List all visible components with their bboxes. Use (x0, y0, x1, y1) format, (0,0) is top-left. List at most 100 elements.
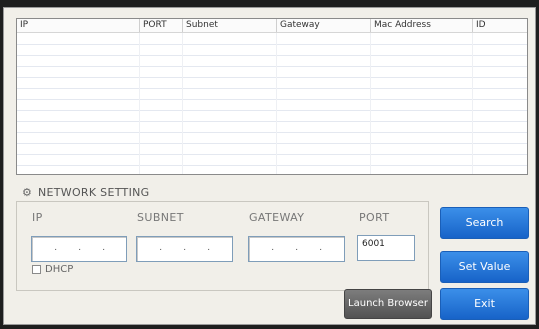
ip-input[interactable]: · · · (31, 236, 127, 262)
table-cell (17, 154, 140, 165)
table-cell (277, 143, 371, 154)
table-cell (183, 110, 277, 121)
table-cell (277, 33, 371, 44)
table-cell (17, 44, 140, 55)
column-subnet[interactable]: Subnet (183, 19, 277, 32)
table-cell (277, 88, 371, 99)
table-cell (183, 44, 277, 55)
table-cell (371, 110, 473, 121)
table-cell (183, 55, 277, 66)
column-id[interactable]: ID (473, 19, 527, 32)
table-cell (140, 44, 183, 55)
table-cell (140, 99, 183, 110)
network-setting-title: NETWORK SETTING (38, 186, 150, 199)
ip-label: IP (32, 211, 43, 224)
table-cell (473, 121, 527, 132)
table-cell (17, 99, 140, 110)
table-cell (371, 165, 473, 174)
table-cell (140, 55, 183, 66)
table-cell (371, 154, 473, 165)
search-button[interactable]: Search (440, 207, 529, 239)
dhcp-checkbox[interactable] (32, 264, 41, 274)
table-cell (277, 77, 371, 88)
table-cell (371, 99, 473, 110)
table-cell (473, 33, 527, 44)
table-cell (17, 143, 140, 154)
table-cell (183, 66, 277, 77)
network-setting-heading: ⚙ NETWORK SETTING (22, 186, 149, 199)
table-cell (140, 88, 183, 99)
table-cell (183, 132, 277, 143)
table-cell (371, 121, 473, 132)
gear-icon: ⚙ (22, 186, 33, 199)
set-value-button[interactable]: Set Value (440, 251, 529, 283)
subnet-input[interactable]: · · · (136, 236, 233, 262)
table-cell (277, 55, 371, 66)
table-cell (140, 143, 183, 154)
table-cell (371, 66, 473, 77)
table-cell (277, 132, 371, 143)
table-cell (371, 44, 473, 55)
port-label: PORT (359, 211, 390, 224)
table-cell (473, 110, 527, 121)
dhcp-option[interactable]: DHCP (32, 264, 73, 275)
port-input[interactable]: 6001 (357, 235, 415, 261)
column-gateway[interactable]: Gateway (277, 19, 371, 32)
table-cell (17, 121, 140, 132)
table-cell (183, 33, 277, 44)
table-cell (17, 88, 140, 99)
table-cell (140, 110, 183, 121)
table-cell (140, 77, 183, 88)
exit-button[interactable]: Exit (440, 288, 529, 320)
gateway-input[interactable]: · · · (248, 236, 345, 262)
table-cell (277, 110, 371, 121)
table-cell (183, 143, 277, 154)
column-port[interactable]: PORT (140, 19, 183, 32)
table-cell (473, 55, 527, 66)
table-cell (473, 44, 527, 55)
column-ip[interactable]: IP (17, 19, 140, 32)
column-mac-address[interactable]: Mac Address (371, 19, 473, 32)
table-cell (371, 143, 473, 154)
table-cell (183, 121, 277, 132)
table-cell (140, 132, 183, 143)
device-table[interactable]: IP PORT Subnet Gateway Mac Address ID (16, 18, 528, 175)
table-cell (183, 154, 277, 165)
table-cell (183, 77, 277, 88)
table-cell (140, 33, 183, 44)
table-cell (277, 154, 371, 165)
table-cell (371, 77, 473, 88)
table-cell (183, 88, 277, 99)
table-cell (277, 121, 371, 132)
table-cell (140, 66, 183, 77)
table-cell (277, 44, 371, 55)
table-cell (277, 66, 371, 77)
table-cell (17, 132, 140, 143)
table-cell (17, 33, 140, 44)
table-cell (277, 99, 371, 110)
table-cell (473, 99, 527, 110)
table-cell (473, 165, 527, 174)
table-cell (17, 77, 140, 88)
table-header: IP PORT Subnet Gateway Mac Address ID (17, 19, 527, 33)
subnet-label: SUBNET (137, 211, 184, 224)
table-cell (371, 55, 473, 66)
gateway-label: GATEWAY (249, 211, 305, 224)
table-cell (17, 55, 140, 66)
table-cell (183, 165, 277, 174)
table-cell (371, 132, 473, 143)
table-cell (473, 132, 527, 143)
launch-browser-button[interactable]: Launch Browser (344, 289, 432, 319)
table-cell (473, 88, 527, 99)
table-cell (140, 165, 183, 174)
table-cell (371, 33, 473, 44)
table-cell (17, 110, 140, 121)
table-cell (140, 121, 183, 132)
table-cell (17, 165, 140, 174)
table-cell (140, 154, 183, 165)
table-cell (183, 99, 277, 110)
table-cell (473, 154, 527, 165)
table-cell (371, 88, 473, 99)
table-row[interactable] (17, 165, 527, 174)
table-cell (473, 66, 527, 77)
